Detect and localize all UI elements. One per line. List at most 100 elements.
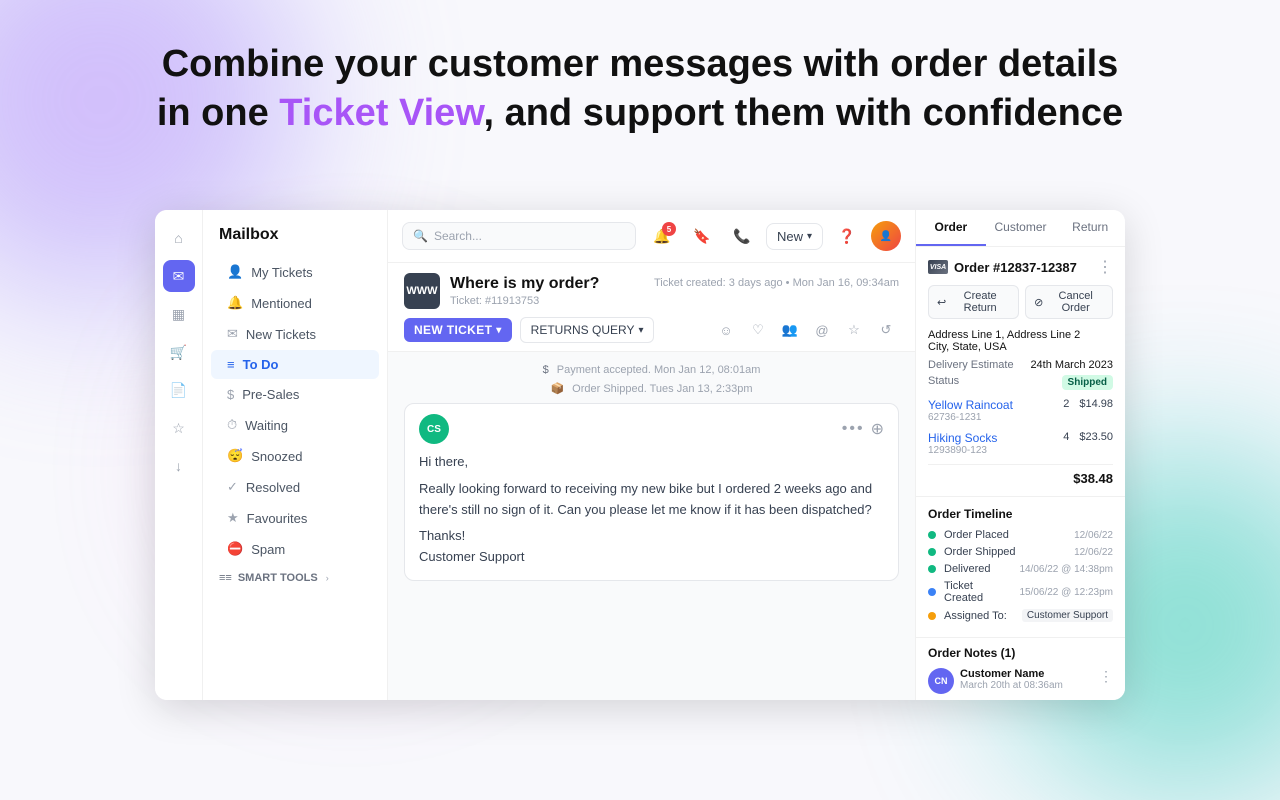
ticket-actions-row: NEW TICKET ▾ RETURNS QUERY ▾ ☺ ♡ 👥 @ ☆ ↺ [404,317,899,343]
order-item-2-row: Hiking Socks 1293890-123 4 $23.50 [928,431,1113,456]
sidebar-item-my-tickets[interactable]: 👤 My Tickets [211,257,379,287]
tl-label-ticket-created: Ticket Created [944,580,1011,604]
order-logo: VISA Order #12837-12387 [928,260,1077,275]
assign-icon[interactable]: 👥 [777,317,803,343]
item-1-price: $14.98 [1079,398,1113,410]
order-number: Order #12837-12387 [954,260,1077,275]
mention-icon[interactable]: @ [809,317,835,343]
mail-nav-icon[interactable]: ✉ [163,260,195,292]
nav-panel: Mailbox 👤 My Tickets 🔔 Mentioned ✉ New T… [203,210,388,700]
tab-order[interactable]: Order [916,210,986,246]
star-nav-icon[interactable]: ☆ [163,412,195,444]
item-1-details: Yellow Raincoat 62736-1231 [928,398,1013,423]
sidebar-item-waiting[interactable]: ⏱ Waiting [211,410,379,440]
tl-dot-orange [928,612,936,620]
shipped-icon: 📦 [550,382,564,395]
delivery-estimate-row: Delivery Estimate 24th March 2023 [928,359,1113,371]
returns-query-button[interactable]: RETURNS QUERY ▾ [520,317,655,343]
main-content: 🔍 Search... 🔔 5 🔖 📞 New ▾ ❓ 👤 [388,210,915,700]
home-nav-icon[interactable]: ⌂ [163,222,195,254]
notifications-button[interactable]: 🔔 5 [646,220,678,252]
download-nav-icon[interactable]: ↓ [163,450,195,482]
status-label: Status [928,375,959,390]
sidebar-item-favourites[interactable]: ★ Favourites [211,503,379,533]
order-timeline-section: Order Timeline Order Placed 12/06/22 Ord… [916,497,1125,637]
item-1-name[interactable]: Yellow Raincoat [928,398,1013,412]
user-avatar[interactable]: 👤 [871,221,901,251]
tl-label-order-placed: Order Placed [944,529,1066,541]
sidebar-item-pre-sales[interactable]: $ Pre-Sales [211,380,379,409]
doc-nav-icon[interactable]: 📄 [163,374,195,406]
tl-label-order-shipped: Order Shipped [944,546,1066,558]
tab-customer[interactable]: Customer [986,210,1056,246]
search-placeholder: Search... [434,229,482,243]
search-box[interactable]: 🔍 Search... [402,222,636,250]
chart-nav-icon[interactable]: ▦ [163,298,195,330]
tl-dot-green-1 [928,531,936,539]
new-button[interactable]: New ▾ [766,223,823,250]
smart-tools-section[interactable]: ≡≡ SMART TOOLS › [203,565,387,591]
item-2-qty-price: 4 $23.50 [1063,431,1113,443]
ticket-header: WWW Where is my order? Ticket: #11913753… [388,263,915,352]
order-more-button[interactable]: ⋮ [1097,257,1113,277]
tl-order-shipped: Order Shipped 12/06/22 [928,546,1113,558]
phone-button[interactable]: 📞 [726,220,758,252]
note-content: Customer Name March 20th at 08:36am [960,668,1093,691]
headline-line2-after: , and support them with confidence [483,92,1123,134]
list-icon: ≡ [227,357,235,372]
timeline-payment: $ Payment accepted. Mon Jan 12, 08:01am [404,364,899,376]
search-icon: 🔍 [413,229,428,243]
tl-label-delivered: Delivered [944,563,1011,575]
msg-more-button[interactable]: ••• [842,420,865,438]
header-section: Combine your customer messages with orde… [0,40,1280,139]
message-bubble-header: CS ••• ⊕ [405,404,898,450]
history-icon[interactable]: ↺ [873,317,899,343]
ticket-created: Ticket created: 3 days ago [654,277,783,289]
new-ticket-button[interactable]: NEW TICKET ▾ [404,318,512,342]
note-more-button[interactable]: ⋮ [1099,668,1113,685]
order-section: VISA Order #12837-12387 ⋮ ↩ Create Retur… [916,247,1125,497]
tl-dot-blue [928,588,936,596]
ticket-header-row: WWW Where is my order? Ticket: #11913753… [404,273,899,309]
notification-badge: 5 [662,222,676,236]
cancel-icon: ⊘ [1034,296,1043,309]
app-window: ⌂ ✉ ▦ 🛒 📄 ☆ ↓ Mailbox 👤 My Tickets 🔔 Men… [155,210,1125,700]
dollar-icon: $ [227,387,234,402]
cancel-order-button[interactable]: ⊘ Cancel Order [1025,285,1113,319]
status-row: Status Shipped [928,375,1113,390]
bookmark-button[interactable]: 🔖 [686,220,718,252]
cart-nav-icon[interactable]: 🛒 [163,336,195,368]
sidebar-item-resolved[interactable]: ✓ Resolved [211,472,379,502]
order-timeline-title: Order Timeline [928,507,1113,521]
item-2-qty: 4 [1063,431,1069,443]
topbar-actions: 🔔 5 🔖 📞 New ▾ ❓ 👤 [646,220,901,252]
top-bar: 🔍 Search... 🔔 5 🔖 📞 New ▾ ❓ 👤 [388,210,915,263]
delivery-estimate-label: Delivery Estimate [928,359,1014,371]
item-1-qty: 2 [1063,398,1069,410]
right-panel-tabs: Order Customer Return [916,210,1125,247]
bookmark-icon[interactable]: ☆ [841,317,867,343]
msg-avatar: CS [419,414,449,444]
note-name: Customer Name [960,668,1093,680]
tl-label-assigned: Assigned To: [944,610,1014,622]
tab-return[interactable]: Return [1055,210,1125,246]
help-button[interactable]: ❓ [831,220,863,252]
ticket-info: Where is my order? Ticket: #11913753 [450,275,599,307]
sidebar-item-mentioned[interactable]: 🔔 Mentioned [211,288,379,318]
sidebar-item-spam[interactable]: ⛔ Spam [211,534,379,564]
create-return-button[interactable]: ↩ Create Return [928,285,1019,319]
note-avatar: CN [928,668,954,694]
msg-add-button[interactable]: ⊕ [871,419,884,439]
sidebar-item-snoozed[interactable]: 😴 Snoozed [211,441,379,471]
mailbox-title: Mailbox [203,222,387,256]
emoji-icon[interactable]: ☺ [713,317,739,343]
tl-date-ticket-created: 15/06/22 @ 12:23pm [1019,587,1113,598]
ticket-sender: WWW Where is my order? Ticket: #11913753 [404,273,599,309]
item-2-price: $23.50 [1079,431,1113,443]
smart-tools-icon: ≡≡ [219,572,232,584]
item-2-name[interactable]: Hiking Socks [928,431,997,445]
sidebar-item-todo[interactable]: ≡ To Do [211,350,379,379]
heart-icon[interactable]: ♡ [745,317,771,343]
return-icon: ↩ [937,296,946,309]
sidebar-item-new-tickets[interactable]: ✉ New Tickets [211,319,379,349]
